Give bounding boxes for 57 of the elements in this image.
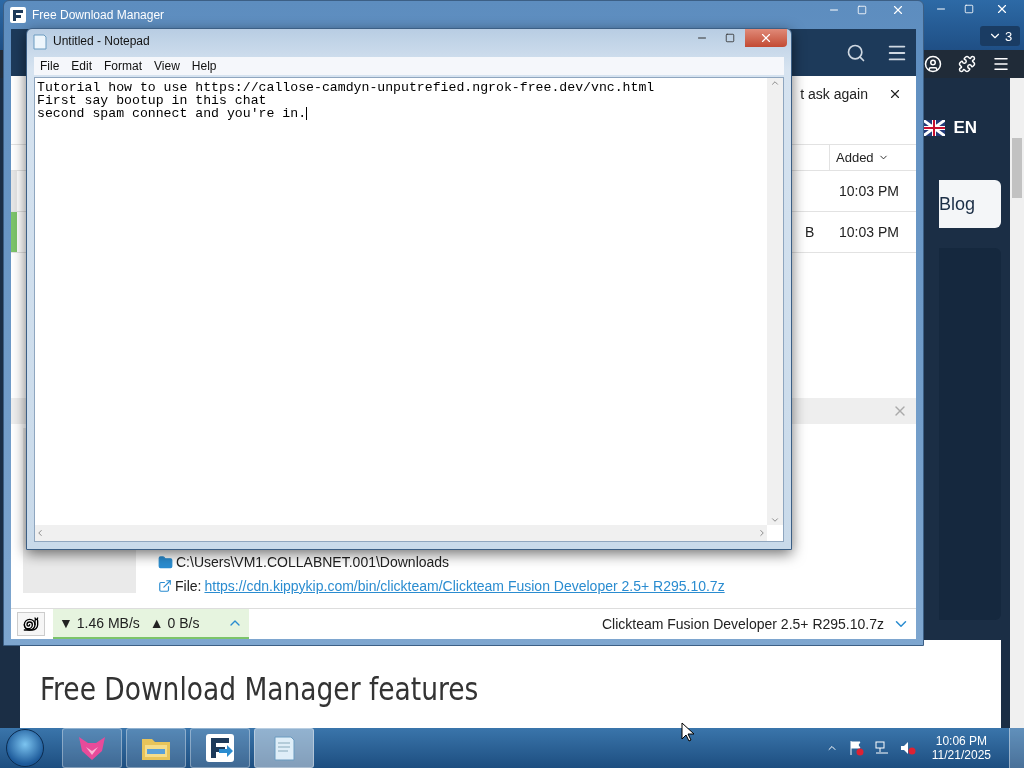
horizontal-scrollbar[interactable] — [35, 525, 767, 541]
folder-icon — [158, 554, 173, 570]
maximize-icon — [725, 33, 735, 43]
search-icon[interactable] — [846, 42, 866, 63]
maximize-icon — [857, 5, 867, 15]
file-link[interactable]: https://cdn.kippykip.com/bin/clickteam/Clickteam Fusion Developer 2.5+ R295.10.7z — [204, 578, 725, 594]
scroll-left-icon[interactable] — [35, 528, 45, 538]
window-title: Free Download Manager — [32, 8, 166, 22]
upload-speed: ▲ 0 B/s — [149, 615, 200, 631]
speed-panel[interactable]: ▼ 1.46 MB/s ▲ 0 B/s — [53, 609, 249, 639]
time-cell-text: 10:03 PM — [839, 183, 900, 199]
menu-icon[interactable] — [992, 55, 1010, 73]
clock[interactable]: 10:06 PM 11/21/2025 — [931, 734, 991, 762]
snail-icon — [23, 616, 39, 632]
start-button[interactable] — [6, 729, 44, 767]
blog-link[interactable]: Blog — [939, 180, 1001, 228]
section-heading: Free Download Manager features — [40, 670, 480, 708]
maximize-icon — [964, 4, 974, 14]
profile-icon[interactable] — [924, 55, 942, 73]
network-icon[interactable] — [873, 740, 890, 756]
close-icon — [759, 31, 773, 45]
scrollbar[interactable] — [1010, 78, 1024, 728]
column-header[interactable]: Added — [829, 145, 916, 170]
snail-button[interactable] — [17, 612, 45, 636]
muted-speaker-icon[interactable] — [899, 740, 916, 756]
menu-item[interactable]: File — [34, 57, 66, 75]
download-speed: ▼ 1.46 MB/s — [59, 615, 140, 631]
window-title: Untitled - Notepad — [53, 34, 151, 48]
fdm-icon — [10, 7, 26, 23]
close-icon — [891, 3, 905, 17]
scroll-up-icon[interactable] — [770, 78, 780, 88]
close-button[interactable] — [745, 29, 787, 47]
folder-path[interactable]: C:\Users\VM1.COLLABNET.001\Downloads — [176, 554, 450, 570]
size-cell-text: B — [805, 224, 816, 240]
language-label[interactable]: EN — [953, 118, 977, 138]
notice-text: t ask again — [800, 85, 868, 102]
menu-item[interactable]: View — [148, 57, 186, 75]
scroll-right-icon[interactable] — [757, 528, 767, 538]
vertical-scrollbar[interactable] — [767, 78, 783, 525]
extensions-icon[interactable] — [958, 55, 976, 73]
file-label: File: — [175, 578, 202, 594]
flag-icon[interactable] — [847, 740, 864, 756]
fox-icon — [77, 735, 107, 761]
taskbar-app-button[interactable] — [190, 728, 250, 768]
menu-item[interactable]: Format — [98, 57, 149, 75]
notepad-icon — [33, 34, 47, 50]
fdm-icon — [205, 733, 235, 763]
menu-item[interactable]: Edit — [65, 57, 99, 75]
link-icon — [158, 579, 172, 593]
flag-icon — [923, 120, 946, 136]
time-cell-text: 10:03 PM — [839, 224, 900, 240]
close-icon — [995, 2, 1009, 16]
menu-item[interactable]: Help — [185, 57, 223, 75]
current-file: Clickteam Fusion Developer 2.5+ R295.10.7z — [601, 616, 884, 632]
show-desktop-button[interactable] — [1009, 728, 1024, 768]
tab-counter[interactable]: 3 — [980, 26, 1020, 46]
scroll-down-icon[interactable] — [770, 515, 780, 525]
